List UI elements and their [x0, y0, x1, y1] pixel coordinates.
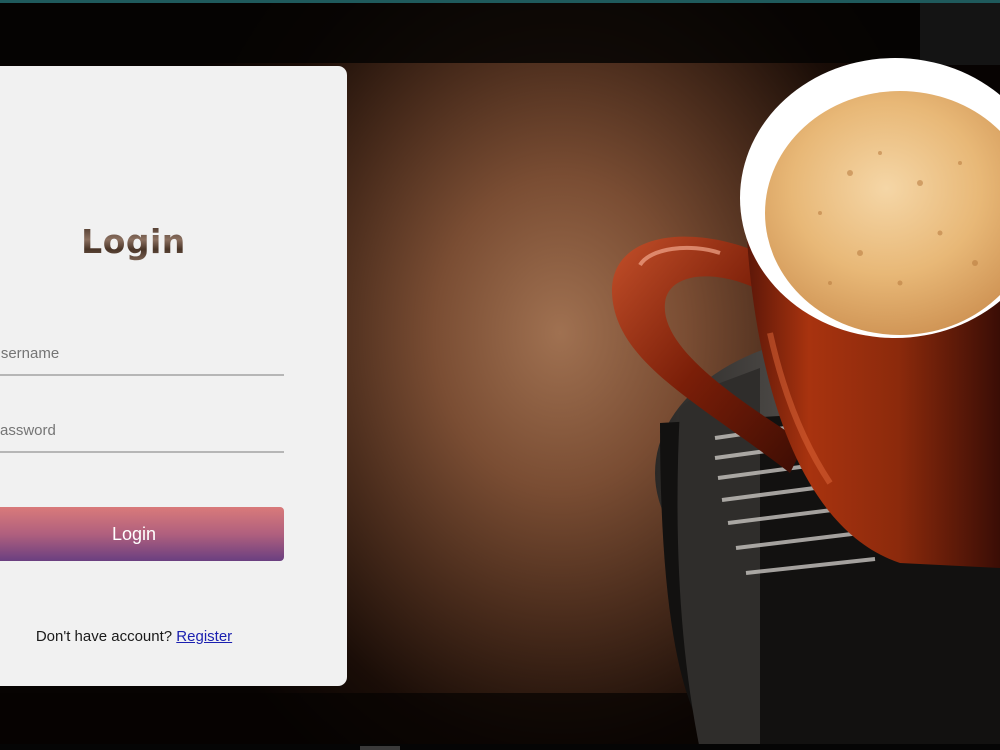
username-input[interactable] [0, 332, 284, 376]
login-title: Login [0, 222, 267, 261]
login-button[interactable]: Login [0, 507, 284, 561]
register-link[interactable]: Register [176, 628, 232, 645]
bottom-scroll-indicator [360, 746, 400, 750]
password-input[interactable] [0, 409, 284, 453]
register-prompt-line: Don't have account? Register [0, 628, 284, 645]
login-card: Login Login Don't have account? Register [0, 66, 347, 686]
bottom-border [0, 744, 1000, 750]
register-prompt-text: Don't have account? [35, 628, 177, 645]
login-screen: Login Login Don't have account? Register [0, 0, 1000, 750]
